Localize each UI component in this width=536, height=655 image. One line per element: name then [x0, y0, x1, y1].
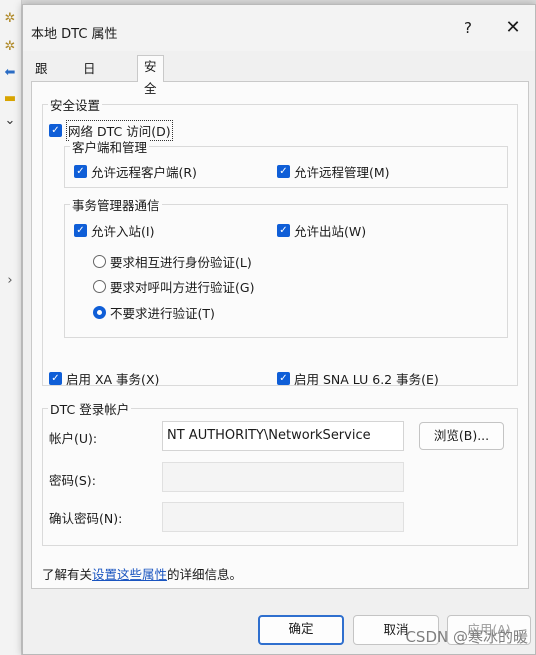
- background-window-strip: ✲ ✲ ⬅ ▬ ⌄ ›: [0, 0, 22, 655]
- dtc-properties-dialog: 本地 DTC 属性 ? ✕ 跟踪 日志记录 安全 安全设置 ✓ 网络 DTC 访…: [22, 4, 536, 655]
- browse-button[interactable]: 浏览(B)...: [419, 422, 504, 450]
- check-icon: ✓: [49, 124, 62, 137]
- app-icon: ✲: [4, 11, 16, 26]
- password-field[interactable]: [162, 462, 404, 492]
- no-auth-radio[interactable]: 不要求进行验证(T): [93, 303, 215, 322]
- check-icon: ✓: [74, 165, 87, 178]
- close-icon[interactable]: ✕: [501, 17, 525, 38]
- account-label: 帐户(U):: [49, 431, 98, 446]
- back-arrow-icon[interactable]: ⬅: [2, 66, 18, 80]
- enable-sna-checkbox[interactable]: ✓ 启用 SNA LU 6.2 事务(E): [277, 369, 439, 388]
- client-admin-label: 客户端和管理: [70, 137, 150, 156]
- tab-logging[interactable]: 日志记录: [77, 59, 102, 136]
- security-panel: 安全设置 ✓ 网络 DTC 访问(D) 客户端和管理 ✓ 允许远程客户端(R) …: [31, 81, 529, 589]
- confirm-password-label: 确认密码(N):: [49, 511, 123, 526]
- confirm-password-field[interactable]: [162, 502, 404, 532]
- help-icon[interactable]: ?: [457, 19, 479, 37]
- logon-account-label: DTC 登录帐户: [48, 399, 132, 418]
- allow-remote-admin-checkbox[interactable]: ✓ 允许远程管理(M): [277, 162, 390, 181]
- account-field[interactable]: NT AUTHORITY\NetworkService: [162, 421, 404, 451]
- password-label: 密码(S):: [49, 473, 96, 488]
- watermark: CSDN @寒冰的暖: [405, 628, 528, 646]
- allow-remote-clients-checkbox[interactable]: ✓ 允许远程客户端(R): [74, 162, 197, 181]
- security-settings-label: 安全设置: [48, 95, 103, 114]
- ok-button[interactable]: 确定: [258, 615, 344, 645]
- allow-outbound-checkbox[interactable]: ✓ 允许出站(W): [277, 221, 366, 240]
- check-icon: ✓: [277, 165, 290, 178]
- check-icon: ✓: [49, 372, 62, 385]
- caller-auth-radio[interactable]: 要求对呼叫方进行验证(G): [93, 277, 254, 296]
- title-bar: 本地 DTC 属性 ? ✕: [23, 5, 535, 51]
- check-icon: ✓: [277, 224, 290, 237]
- settings-help-link[interactable]: 设置这些属性: [92, 567, 167, 582]
- tab-security[interactable]: 安全: [137, 55, 164, 96]
- window-title: 本地 DTC 属性: [31, 27, 118, 42]
- tab-tracing[interactable]: 跟踪: [29, 59, 54, 96]
- info-text: 了解有关设置这些属性的详细信息。: [42, 567, 243, 582]
- allow-inbound-checkbox[interactable]: ✓ 允许入站(I): [74, 221, 154, 240]
- check-icon: ✓: [277, 372, 290, 385]
- tm-communication-label: 事务管理器通信: [70, 195, 162, 214]
- chevron-down-icon[interactable]: ⌄: [2, 114, 18, 128]
- mutual-auth-radio[interactable]: 要求相互进行身份验证(L): [93, 252, 252, 271]
- chevron-right-icon[interactable]: ›: [2, 274, 18, 288]
- enable-xa-checkbox[interactable]: ✓ 启用 XA 事务(X): [49, 369, 159, 388]
- folder-icon[interactable]: ▬: [2, 92, 18, 106]
- check-icon: ✓: [74, 224, 87, 237]
- app-icon: ✲: [4, 39, 16, 54]
